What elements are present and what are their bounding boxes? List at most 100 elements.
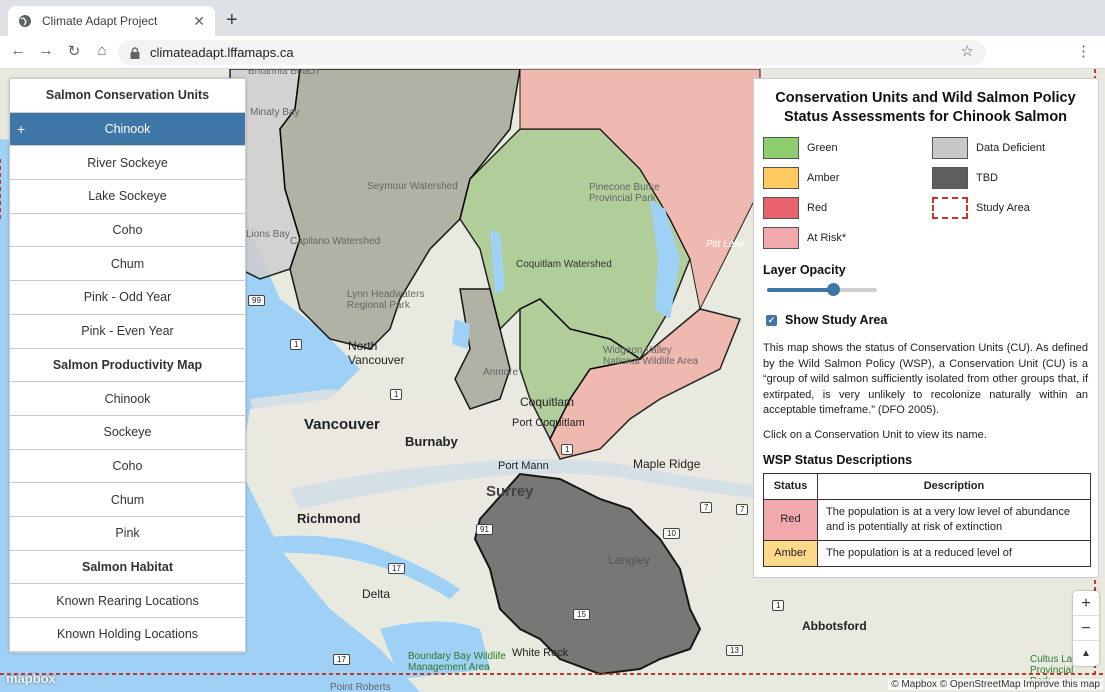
map-label: Vancouver [304, 416, 380, 433]
menu-item-chinook[interactable]: + Chinook [10, 112, 245, 147]
status-cell: Amber [763, 539, 818, 567]
legend-label: Green [807, 142, 838, 154]
legend-swatch [763, 197, 799, 219]
menu-item-holding[interactable]: Known Holding Locations [10, 618, 245, 652]
map-label: Britannia Beach [248, 69, 319, 77]
reload-icon[interactable]: ↻ [64, 42, 84, 60]
map-label: Seymour Watershed [367, 181, 458, 192]
tab-title: Climate Adapt Project [42, 14, 158, 28]
map-label: Widgeon Valley National Wildlife Area [603, 345, 699, 367]
menu-item-prod-chum[interactable]: Chum [10, 483, 245, 517]
slider-fill [767, 288, 833, 292]
status-cell: Red [763, 498, 818, 541]
compass-icon[interactable]: ▲ [1073, 641, 1099, 666]
map-attribution[interactable]: © Mapbox © OpenStreetMap Improve this ma… [888, 679, 1103, 690]
menu-item-coho[interactable]: Coho [10, 214, 245, 248]
map-label: Abbotsford [802, 619, 867, 633]
description-cell: The population is at a reduced level of [817, 539, 1091, 567]
legend-item: TBD [932, 167, 1092, 189]
highway-shield: 91 [476, 524, 493, 535]
menu-item-prod-chinook[interactable]: Chinook [10, 382, 245, 416]
legend-swatch [932, 197, 968, 219]
highway-shield: 1 [561, 444, 574, 455]
legend-label: Amber [807, 172, 840, 184]
legend-label: Data Deficient [976, 142, 1046, 154]
forward-arrow-icon[interactable]: → [36, 42, 56, 59]
slider-thumb[interactable] [827, 283, 840, 296]
globe-icon [19, 15, 31, 27]
highway-shield: 10 [663, 528, 680, 539]
lock-icon [130, 46, 140, 59]
checkbox-checked-icon[interactable]: ✓ [766, 314, 777, 326]
map-label: Coquitlam Watershed [516, 259, 612, 270]
legend-label: At Risk* [807, 232, 847, 244]
menu-item-pink-even[interactable]: Pink - Even Year [10, 315, 245, 349]
close-tab-icon[interactable]: ✕ [193, 13, 205, 30]
legend-swatch [932, 167, 968, 189]
zoom-out-button[interactable]: − [1073, 616, 1099, 641]
map-label: Capilano Watershed [290, 236, 381, 247]
map-label: Pinecone Burke Provincial Park [589, 182, 660, 204]
info-panel[interactable]: Conservation Units and Wild Salmon Polic… [753, 78, 1099, 578]
map-label: Coquitlam [520, 395, 575, 409]
legend-swatch [763, 227, 799, 249]
map-label: Maple Ridge [633, 457, 701, 471]
study-area-toggle[interactable]: ✓ Show Study Area [763, 313, 1088, 327]
legend-swatch [763, 137, 799, 159]
map-zoom-controls: + − ▲ [1073, 591, 1099, 666]
map-label: Minaty Bay [250, 107, 300, 118]
menu-item-prod-coho[interactable]: Coho [10, 450, 245, 484]
browser-menu-icon[interactable]: ⋮ [1076, 42, 1091, 60]
menu-item-chum[interactable]: Chum [10, 247, 245, 282]
opacity-slider[interactable] [767, 283, 877, 297]
menu-item-lake-sockeye[interactable]: Lake Sockeye [10, 180, 245, 214]
menu-item-river-sockeye[interactable]: River Sockeye [10, 146, 245, 181]
mapbox-logo[interactable]: mapbox [6, 671, 56, 686]
menu-item-prod-sockeye[interactable]: Sockeye [10, 416, 245, 450]
legend-label: Study Area [976, 202, 1030, 214]
highway-shield: 13 [726, 645, 743, 656]
bookmark-star-icon[interactable]: ☆ [961, 42, 974, 60]
menu-item-prod-pink[interactable]: Pink [10, 517, 245, 551]
highway-shield: 17 [333, 654, 350, 665]
description-text: This map shows the status of Conservatio… [763, 342, 1088, 417]
highway-shield: 17 [388, 563, 405, 574]
legend-item: Red [763, 197, 932, 219]
highway-shield: 7 [736, 504, 749, 515]
highway-shield: 1 [390, 389, 403, 400]
new-tab-button[interactable]: + [226, 8, 238, 32]
map-label: Delta [362, 587, 391, 601]
wsp-table: Status Description Red The population is… [763, 472, 1091, 567]
map-label: Port Mann [498, 460, 549, 472]
legend-swatch [763, 167, 799, 189]
map-label: Point Roberts [330, 682, 391, 692]
home-icon[interactable]: ⌂ [92, 42, 112, 59]
menu-item-rearing[interactable]: Known Rearing Locations [10, 584, 245, 618]
url-text: climateadapt.lffamaps.ca [150, 45, 294, 60]
map-label: Anmore [483, 367, 519, 378]
address-bar: ← → ↻ ⌂ climateadapt.lffamaps.ca ☆ ⋮ [0, 36, 1105, 69]
zoom-in-button[interactable]: + [1073, 591, 1099, 616]
map-label: Lions Bay [246, 229, 290, 240]
legend-item: Green [763, 137, 932, 159]
legend-label: Red [807, 202, 828, 214]
highway-shield: 1 [290, 339, 303, 350]
menu-item-pink-odd[interactable]: Pink - Odd Year [10, 281, 245, 315]
legend-label: TBD [976, 172, 998, 184]
description-cell: The population is at a very low level of… [817, 498, 1091, 541]
section-heading: Salmon Habitat [10, 551, 245, 585]
map-label: White Rock [512, 647, 569, 659]
section-heading: Salmon Conservation Units [10, 79, 245, 113]
browser-tab[interactable]: Climate Adapt Project ✕ [8, 6, 215, 36]
toggle-label: Show Study Area [785, 313, 888, 327]
click-hint: Click on a Conservation Unit to view its… [763, 428, 987, 441]
url-field[interactable]: climateadapt.lffamaps.ca ☆ [118, 40, 986, 65]
legend-item: Amber [763, 167, 932, 189]
back-arrow-icon[interactable]: ← [8, 42, 28, 59]
legend-swatch [932, 137, 968, 159]
highway-shield: 99 [248, 295, 265, 306]
table-row: Amber The population is at a reduced lev… [763, 539, 1091, 567]
map-label: North Vancouver [348, 339, 405, 367]
highway-shield: 7 [700, 502, 713, 513]
map-label: Boundary Bay Wildlife Management Area [408, 651, 506, 673]
